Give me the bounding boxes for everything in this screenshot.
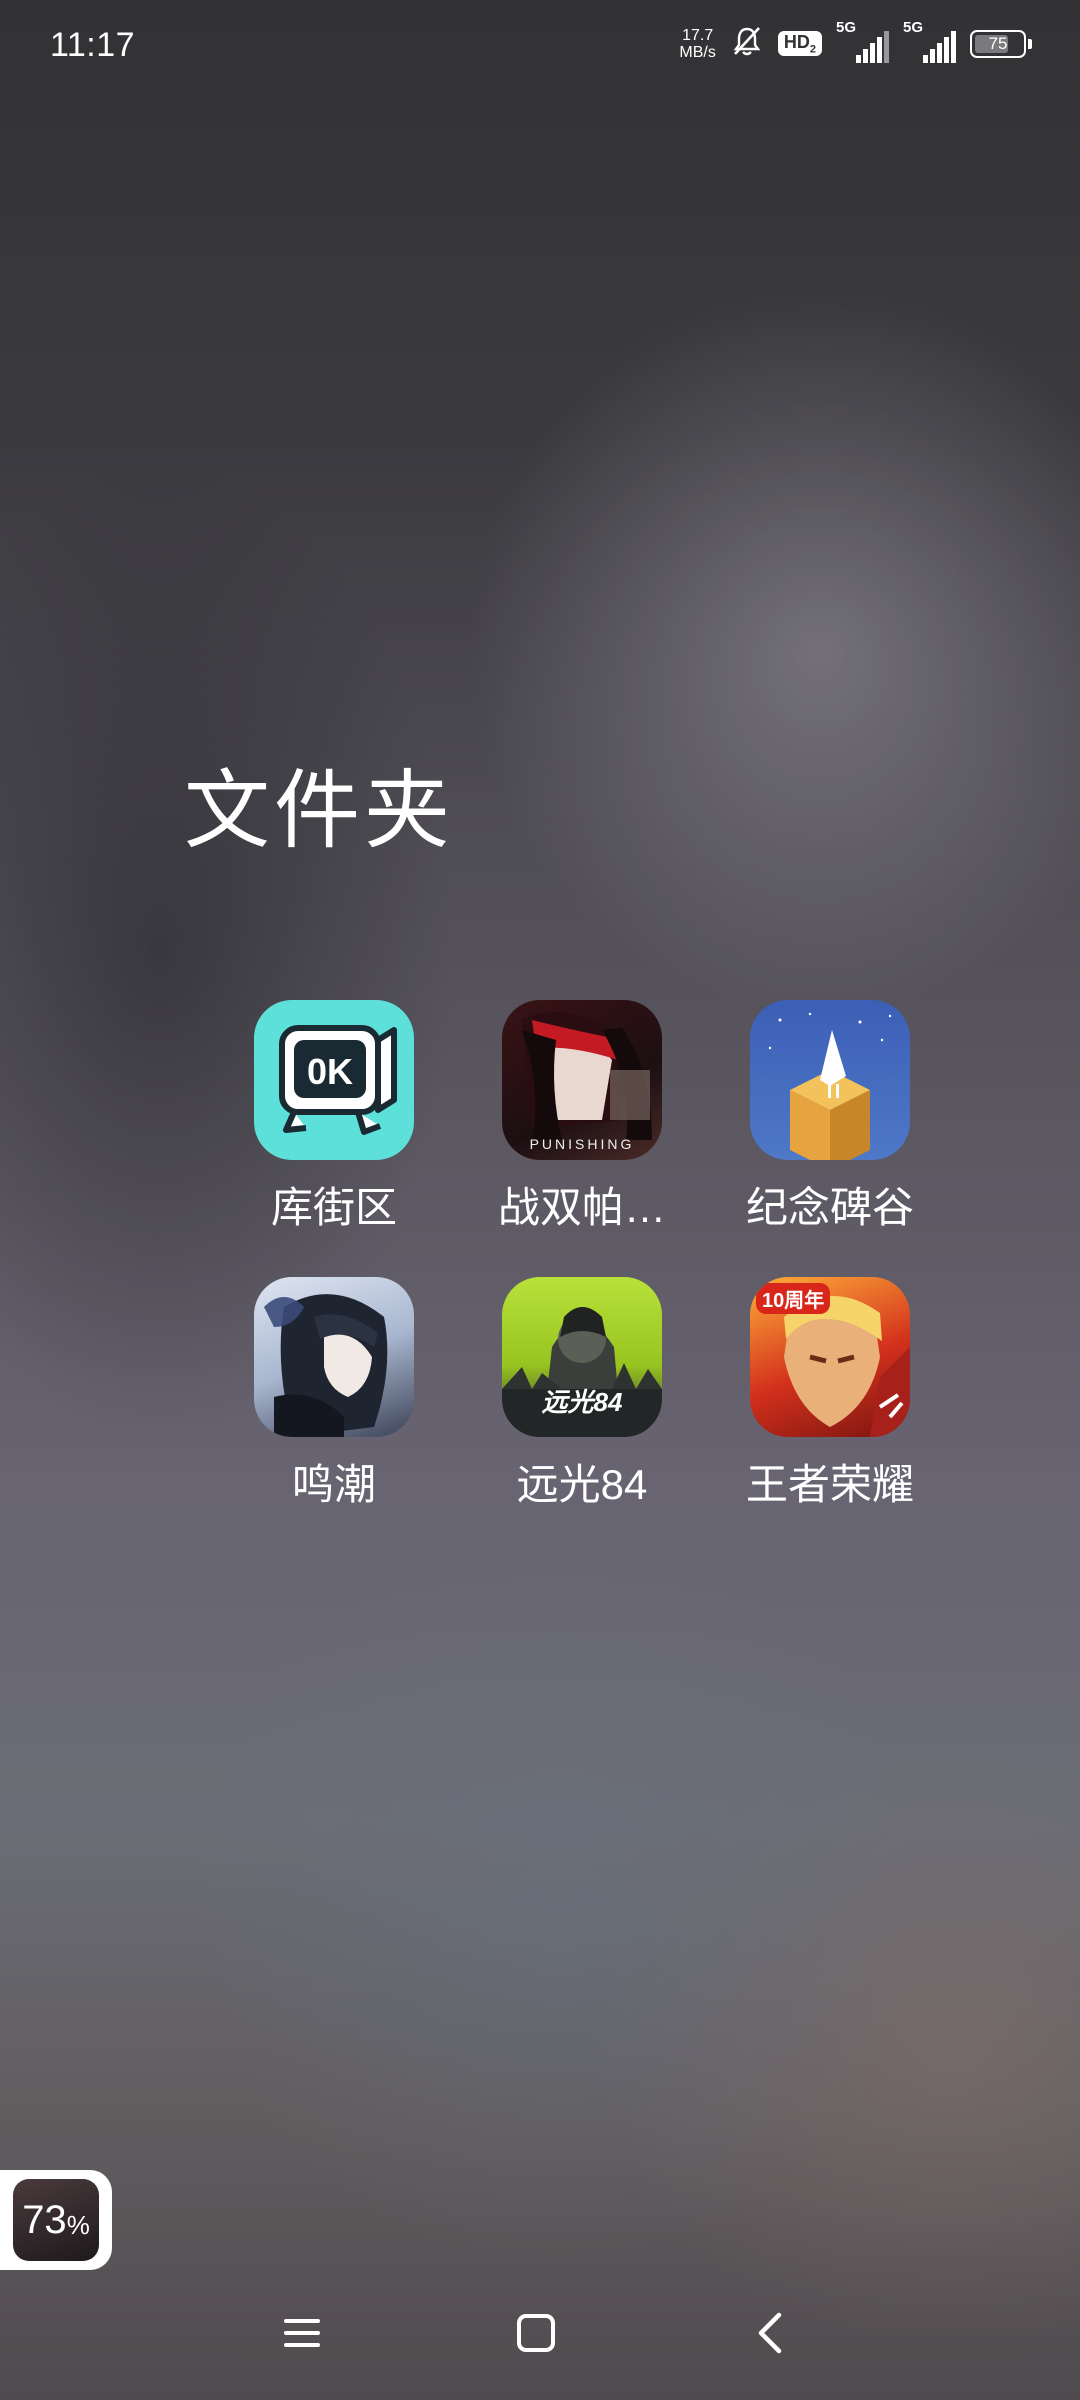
floating-widget-progress[interactable]: 73%: [13, 2179, 99, 2261]
menu-button[interactable]: [262, 2300, 342, 2370]
app-label: 鸣潮: [291, 1461, 376, 1508]
battery-level: 75: [988, 33, 1008, 53]
honor-of-kings-app-icon[interactable]: 10周年: [750, 1277, 910, 1437]
honor-of-kings-badge: 10周年: [756, 1283, 831, 1314]
app-label: 远光84: [516, 1461, 648, 1508]
app-monument-valley[interactable]: 纪念碑谷: [706, 1000, 954, 1235]
home-button[interactable]: [496, 2300, 576, 2370]
signal-icon: 5G: [836, 19, 889, 63]
network-speed: 17.7 MB/s: [679, 27, 715, 61]
navigation-bar: [0, 2290, 1080, 2380]
app-kujiequ[interactable]: 0K 库街区: [210, 1000, 458, 1235]
back-button[interactable]: [730, 2300, 810, 2370]
network-speed-unit: MB/s: [679, 43, 716, 61]
floating-game-widget[interactable]: 73%: [0, 2170, 112, 2270]
yuanguang84-app-icon[interactable]: 远光84: [502, 1277, 662, 1437]
network-speed-value: 17.7: [682, 26, 714, 44]
hd-sub-label: 2: [809, 43, 816, 56]
app-honor-of-kings[interactable]: 10周年 王者荣耀: [706, 1277, 954, 1512]
sim1-network-type: 5G: [836, 18, 857, 36]
app-wuthering-waves[interactable]: 鸣潮: [210, 1277, 458, 1512]
sim2-network-type: 5G: [903, 18, 924, 36]
folder-app-grid: 0K 库街区 PUNISHING 战双帕… 纪念碑谷 鸣潮 远光84 远光84 …: [210, 1000, 954, 1512]
home-icon: [516, 2313, 556, 2358]
menu-icon: [282, 2315, 322, 2356]
hd-voice-icon: HD2: [777, 30, 822, 57]
app-punishing[interactable]: PUNISHING 战双帕…: [458, 1000, 706, 1235]
battery-icon: 75: [970, 29, 1032, 58]
app-label: 库街区: [270, 1184, 397, 1231]
punishing-icon-text: PUNISHING: [529, 1136, 635, 1152]
app-label: 战双帕…: [497, 1184, 666, 1231]
clock: 11:17: [50, 26, 136, 64]
back-icon: [755, 2311, 785, 2360]
app-label: 王者荣耀: [745, 1461, 914, 1508]
folder-title[interactable]: 文件夹: [184, 740, 454, 865]
app-yuanguang84[interactable]: 远光84 远光84: [458, 1277, 706, 1512]
wuthering-waves-app-icon[interactable]: [254, 1277, 414, 1437]
signal-icon-sim2: 5G: [903, 19, 956, 63]
yuanguang84-icon-text: 远光84: [541, 1387, 623, 1417]
floating-widget-value: 73: [22, 2197, 67, 2242]
punishing-app-icon[interactable]: PUNISHING: [502, 1000, 662, 1160]
status-icons: 17.7 MB/s HD2 5G 5G 75: [679, 19, 1032, 63]
floating-widget-unit: %: [66, 2209, 90, 2240]
kujiequ-app-icon[interactable]: 0K: [254, 1000, 414, 1160]
app-label: 纪念碑谷: [745, 1184, 914, 1231]
status-bar: 11:17 17.7 MB/s HD2 5G 5G 75: [0, 0, 1080, 96]
bell-muted-icon: [730, 24, 764, 63]
monument-valley-app-icon[interactable]: [750, 1000, 910, 1160]
svg-text:0K: 0K: [307, 1051, 353, 1092]
hd-label: HD: [783, 31, 810, 52]
